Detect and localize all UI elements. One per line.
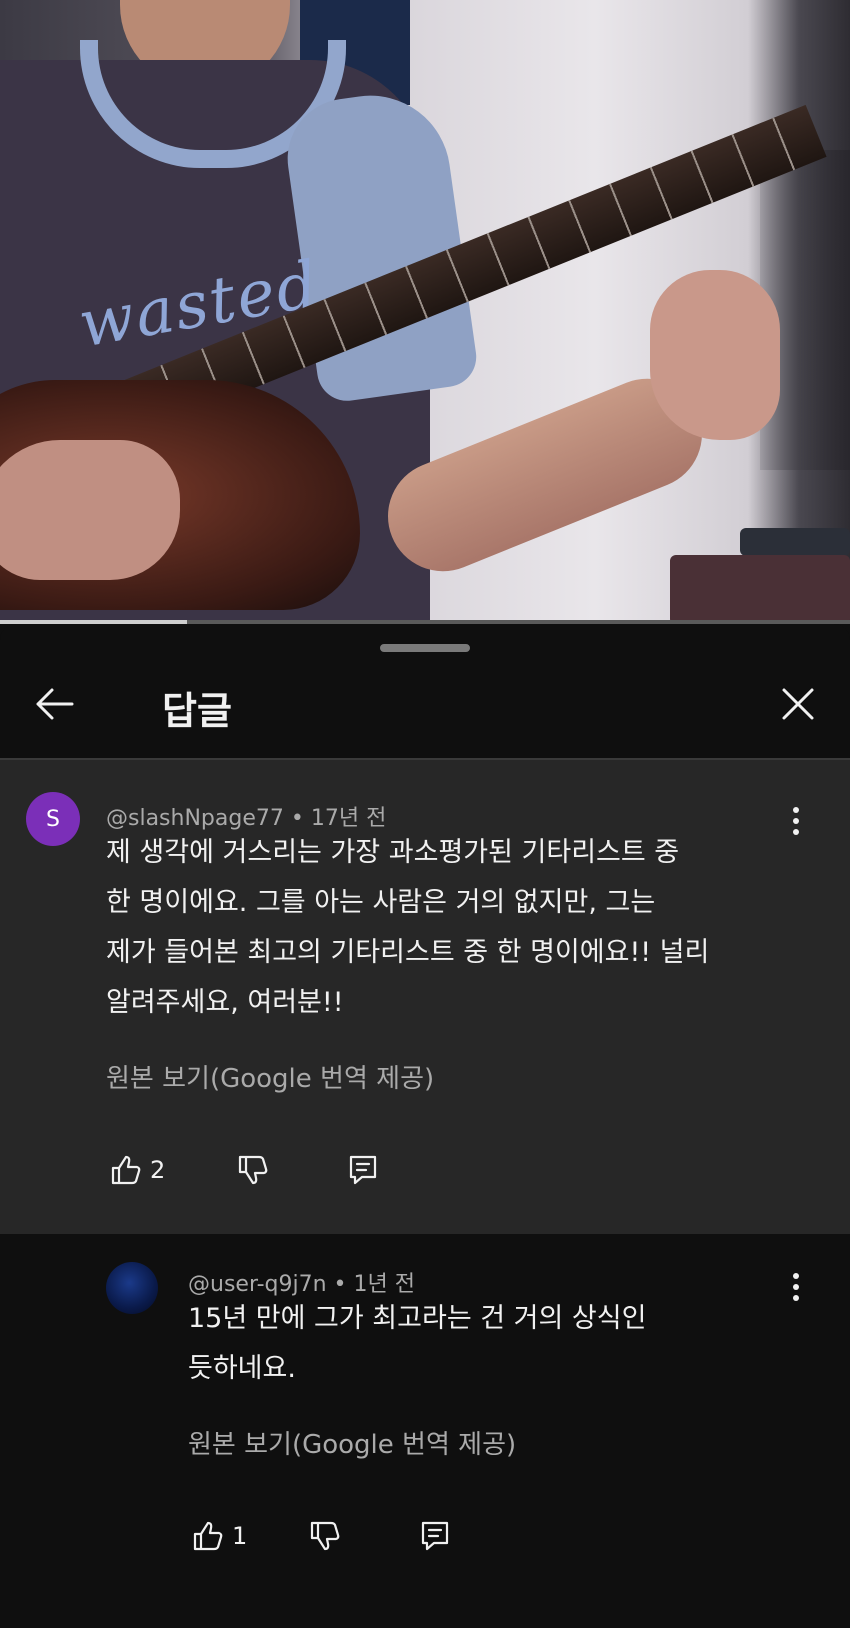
like-button[interactable] (188, 1516, 228, 1556)
video-player[interactable]: wasted (0, 0, 850, 624)
see-original-link[interactable]: 원본 보기(Google 번역 제공) (106, 1058, 434, 1095)
comment-line: 알려주세요, 여러분!! (106, 987, 344, 1018)
drag-handle[interactable] (380, 644, 470, 652)
comment-line: 제 생각에 거스리는 가장 과소평가된 기타리스트 중 (106, 837, 680, 868)
video-scene-case-lid (740, 528, 850, 556)
close-button[interactable] (768, 674, 828, 734)
comment-line: 한 명이에요. 그를 아는 사람은 거의 없지만, 그는 (106, 887, 656, 918)
thumbs-down-icon (239, 1155, 268, 1185)
reply-icon (350, 1155, 377, 1185)
parent-comment: S @slashNpage77 • 17년 전 제 생각에 거스리는 가장 과소… (0, 760, 850, 1234)
page-title: 답글 (162, 689, 232, 733)
comment-line: 듯하네요. (188, 1353, 296, 1384)
avatar[interactable] (106, 1262, 158, 1314)
reply-button[interactable] (343, 1150, 383, 1190)
dislike-button[interactable] (233, 1150, 273, 1190)
arrow-left-icon (36, 688, 74, 720)
replies-panel: 답글 S @slashNpage77 • 17년 전 제 생각에 거스리는 가장… (0, 624, 850, 1628)
more-options-button[interactable] (778, 1262, 814, 1312)
comment-actions: 2 (106, 1148, 383, 1192)
more-vertical-icon (793, 807, 799, 813)
comment-line: 15년 만에 그가 최고라는 건 거의 상식인 (188, 1303, 647, 1334)
close-icon (782, 688, 814, 720)
video-scene-fretting-hand (650, 270, 780, 440)
more-vertical-icon (793, 1273, 799, 1279)
like-count: 2 (150, 1156, 166, 1184)
video-scene-picking-hand (0, 440, 180, 580)
thumbs-up-icon (193, 1521, 223, 1551)
video-scene-guitar-case (670, 555, 850, 624)
like-count: 1 (232, 1522, 248, 1550)
back-button[interactable] (24, 674, 84, 734)
see-original-link[interactable]: 원본 보기(Google 번역 제공) (188, 1424, 516, 1461)
comment-body: 제 생각에 거스리는 가장 과소평가된 기타리스트 중 한 명이에요. 그를 아… (106, 828, 709, 1028)
thumbs-up-icon (111, 1155, 141, 1185)
thumbs-down-icon (311, 1521, 340, 1551)
comment-actions: 1 (188, 1514, 455, 1558)
dislike-button[interactable] (305, 1516, 345, 1556)
panel-header: 답글 (0, 660, 850, 752)
avatar[interactable]: S (26, 792, 80, 846)
comment-body: 15년 만에 그가 최고라는 건 거의 상식인 듯하네요. (188, 1294, 646, 1394)
comment-line: 제가 들어본 최고의 기타리스트 중 한 명이에요!! 널리 (106, 937, 710, 968)
like-button[interactable] (106, 1150, 146, 1190)
reply-button[interactable] (415, 1516, 455, 1556)
reply-icon (422, 1521, 449, 1551)
more-options-button[interactable] (778, 796, 814, 846)
